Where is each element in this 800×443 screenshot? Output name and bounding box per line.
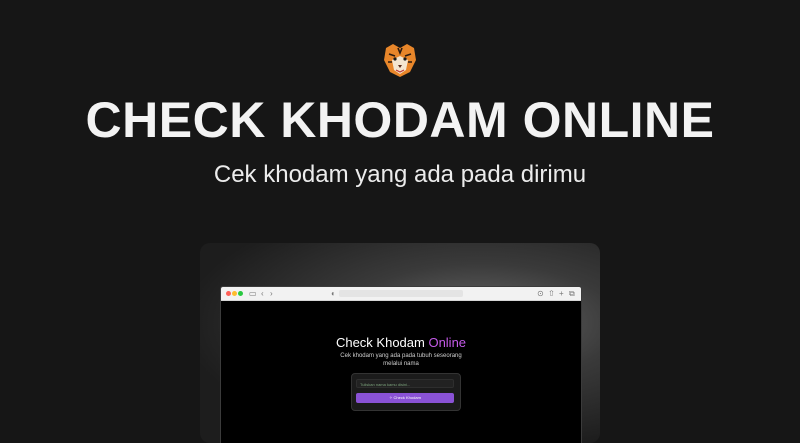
tiger-head-icon xyxy=(384,44,416,77)
page-title-main: Check Khodam xyxy=(335,335,429,350)
page-description: Cek khodam yang ada pada tubuh seseorang… xyxy=(340,353,462,367)
check-khodam-button[interactable]: ✧ Check Khodam xyxy=(356,393,454,403)
hero-title: CHECK KHODAM ONLINE xyxy=(85,92,715,148)
shield-icon[interactable]: ◐ xyxy=(331,288,336,299)
back-icon[interactable]: ‹ xyxy=(261,288,264,299)
browser-window: ▭ ‹ › ◐ ⊙ ⇧ + ⧉ Check Khodam Online Cek … xyxy=(220,286,582,443)
download-icon[interactable]: ⊙ xyxy=(537,288,544,299)
page-title: Check Khodam Online xyxy=(221,335,581,350)
sidebar-icon[interactable]: ▭ xyxy=(249,288,257,299)
browser-toolbar: ▭ ‹ › ◐ ⊙ ⇧ + ⧉ xyxy=(221,287,581,301)
address-bar[interactable] xyxy=(339,290,463,297)
khodam-form: Tuliskan nama kamu disini... ✧ Check Kho… xyxy=(351,373,461,411)
close-window-dot[interactable] xyxy=(226,291,231,296)
name-input[interactable]: Tuliskan nama kamu disini... xyxy=(356,379,454,388)
check-khodam-label: Check Khodam xyxy=(393,395,421,400)
tabs-icon[interactable]: ⧉ xyxy=(569,288,575,299)
hero-subtitle: Cek khodam yang ada pada dirimu xyxy=(213,161,587,188)
page-title-accent: Online xyxy=(428,335,467,350)
forward-icon[interactable]: › xyxy=(270,288,273,299)
minimize-window-dot[interactable] xyxy=(232,291,237,296)
new-tab-icon[interactable]: + xyxy=(559,288,564,299)
maximize-window-dot[interactable] xyxy=(238,291,243,296)
preview-card: ▭ ‹ › ◐ ⊙ ⇧ + ⧉ Check Khodam Online Cek … xyxy=(200,243,600,443)
share-icon[interactable]: ⇧ xyxy=(548,288,555,299)
